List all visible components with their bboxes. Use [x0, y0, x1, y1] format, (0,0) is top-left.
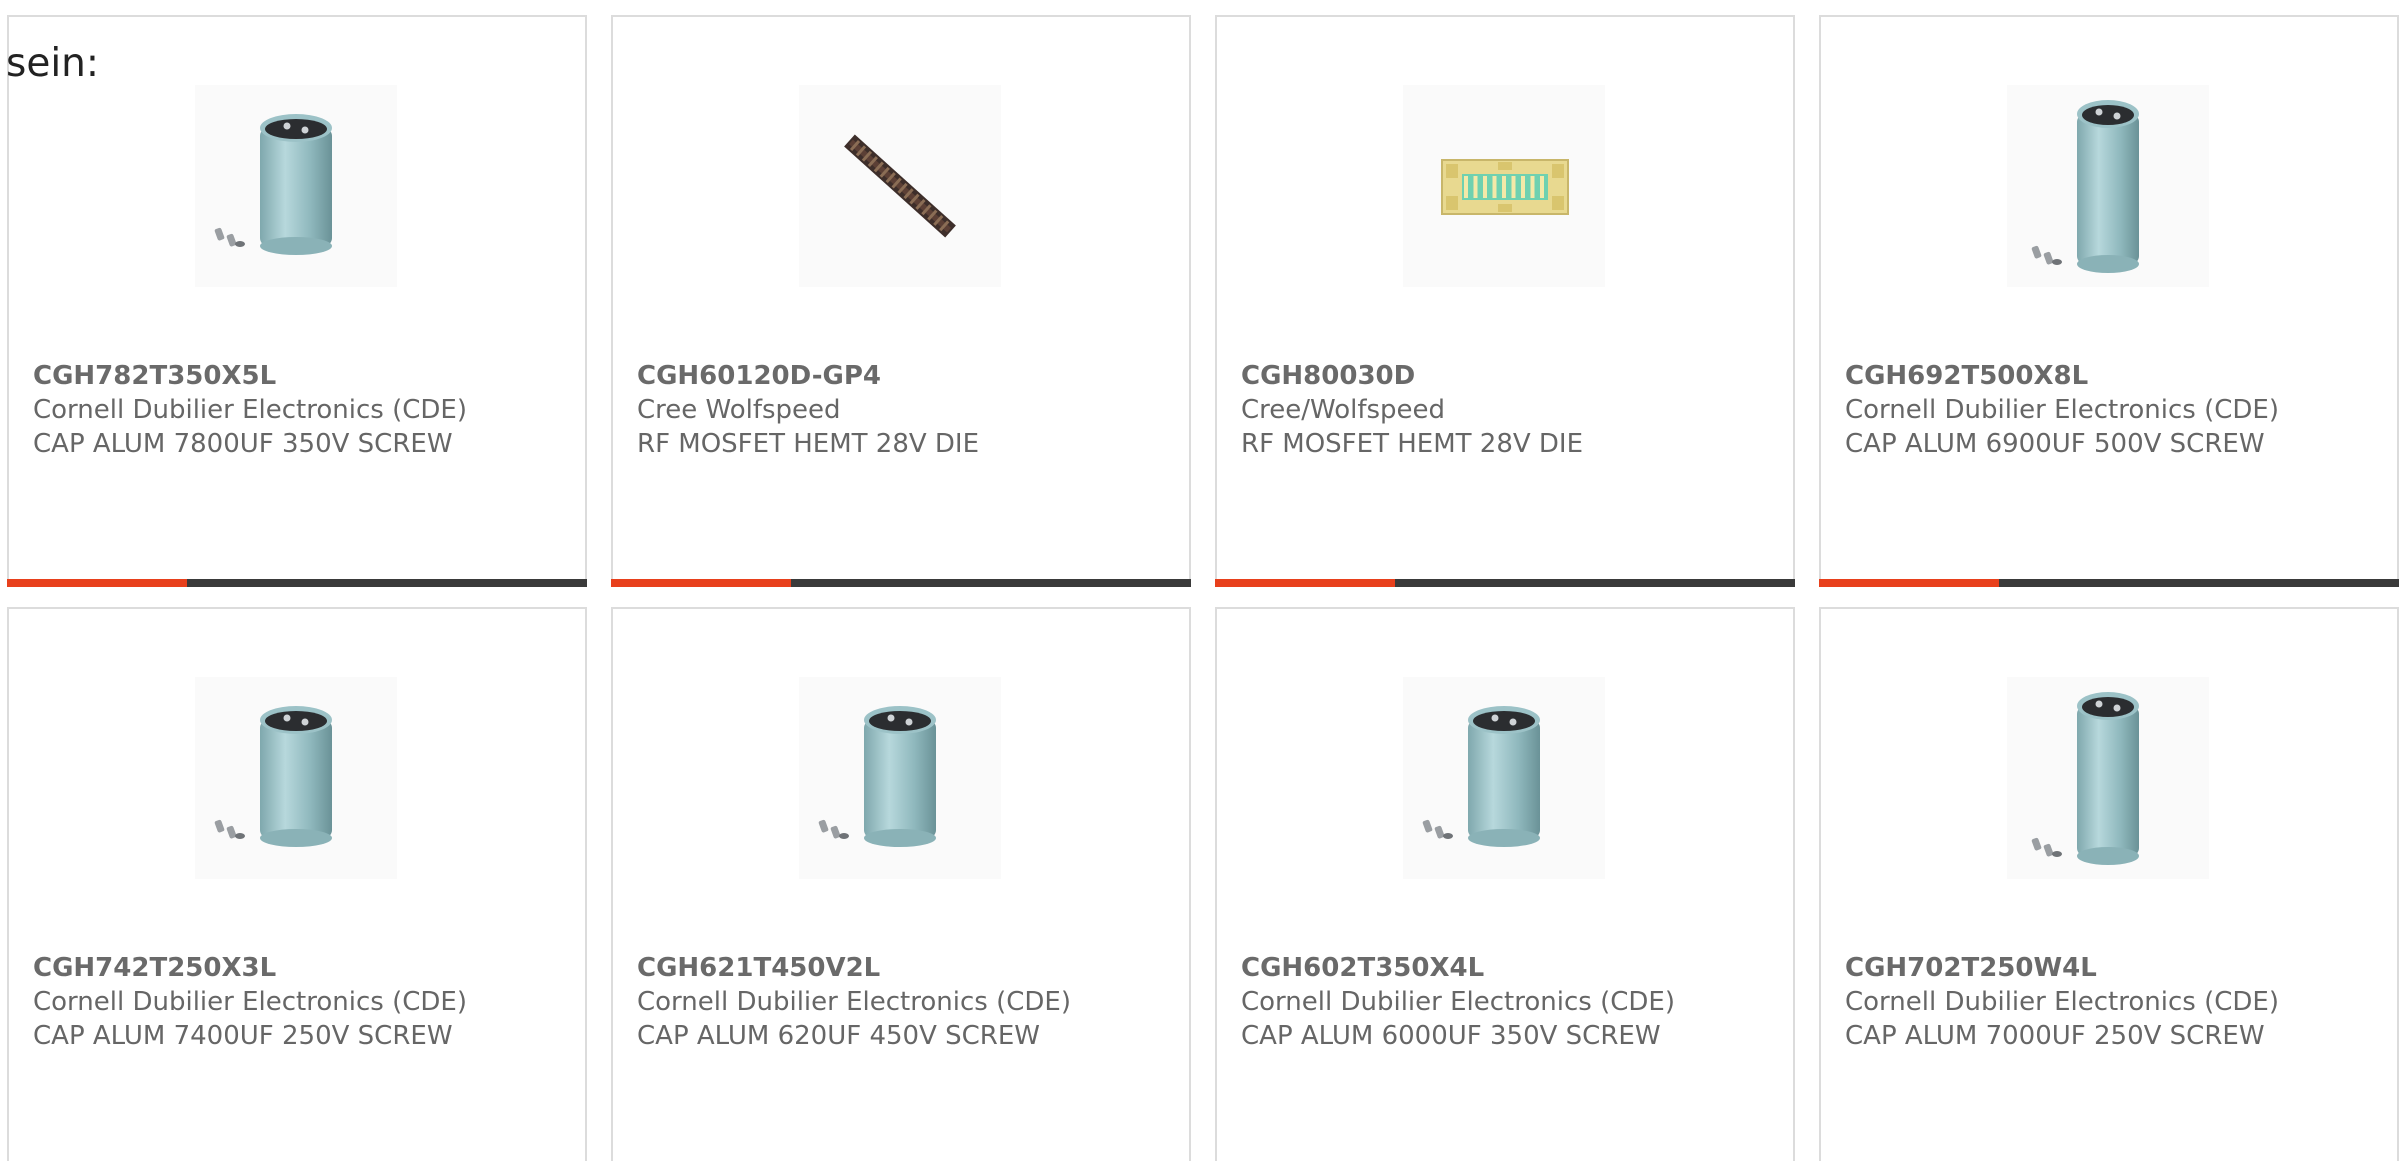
product-image[interactable]	[1403, 677, 1605, 879]
manufacturer: Cornell Dubilier Electronics (CDE)	[1845, 395, 2279, 425]
manufacturer: Cornell Dubilier Electronics (CDE)	[1845, 987, 2279, 1017]
product-card[interactable]: CGH692T500X8L Cornell Dubilier Electroni…	[1819, 15, 2399, 587]
card-progress-accent	[1819, 579, 1999, 587]
card-progress-accent	[1215, 579, 1395, 587]
card-progress-accent	[7, 579, 187, 587]
product-image[interactable]	[195, 85, 397, 287]
description: RF MOSFET HEMT 28V DIE	[637, 429, 980, 459]
product-card[interactable]: CGH621T450V2L Cornell Dubilier Electroni…	[611, 607, 1191, 1161]
description: CAP ALUM 7400UF 250V SCREW	[33, 1021, 453, 1051]
product-card[interactable]: CGH60120D-GP4 Cree Wolfspeed RF MOSFET H…	[611, 15, 1191, 587]
card-progress-bar	[1819, 579, 2399, 587]
tall-capacitor-icon	[2031, 692, 2139, 865]
die-chip-icon	[1441, 159, 1569, 215]
manufacturer: Cree/Wolfspeed	[1241, 395, 1446, 425]
intro-text: sein:	[6, 41, 100, 86]
card-progress-bar	[7, 579, 587, 587]
product-image[interactable]	[2007, 677, 2209, 879]
part-number[interactable]: CGH692T500X8L	[1845, 359, 2381, 393]
description: CAP ALUM 6900UF 500V SCREW	[1845, 429, 2265, 459]
product-card[interactable]: CGH742T250X3L Cornell Dubilier Electroni…	[7, 607, 587, 1161]
manufacturer: Cornell Dubilier Electronics (CDE)	[33, 987, 467, 1017]
description: CAP ALUM 7800UF 350V SCREW	[33, 429, 453, 459]
description: CAP ALUM 620UF 450V SCREW	[637, 1021, 1040, 1051]
part-number[interactable]: CGH702T250W4L	[1845, 951, 2381, 985]
product-info: CGH782T350X5L Cornell Dubilier Electroni…	[33, 359, 569, 461]
capacitor-icon	[1422, 706, 1540, 847]
manufacturer: Cornell Dubilier Electronics (CDE)	[33, 395, 467, 425]
product-info: CGH80030D Cree/Wolfspeed RF MOSFET HEMT …	[1241, 359, 1777, 461]
product-image[interactable]	[799, 677, 1001, 879]
product-info: CGH621T450V2L Cornell Dubilier Electroni…	[637, 951, 1173, 1053]
die-strip-icon	[844, 134, 956, 238]
manufacturer: Cornell Dubilier Electronics (CDE)	[1241, 987, 1675, 1017]
description: CAP ALUM 7000UF 250V SCREW	[1845, 1021, 2265, 1051]
product-card[interactable]: CGH80030D Cree/Wolfspeed RF MOSFET HEMT …	[1215, 15, 1795, 587]
capacitor-icon	[214, 706, 332, 847]
part-number[interactable]: CGH80030D	[1241, 359, 1777, 393]
product-image[interactable]	[2007, 85, 2209, 287]
part-number[interactable]: CGH60120D-GP4	[637, 359, 1173, 393]
description: CAP ALUM 6000UF 350V SCREW	[1241, 1021, 1661, 1051]
manufacturer: Cree Wolfspeed	[637, 395, 841, 425]
card-progress-accent	[611, 579, 791, 587]
card-progress-bar	[1215, 579, 1795, 587]
product-image[interactable]	[195, 677, 397, 879]
manufacturer: Cornell Dubilier Electronics (CDE)	[637, 987, 1071, 1017]
card-progress-bar	[611, 579, 1191, 587]
product-grid: CGH782T350X5L Cornell Dubilier Electroni…	[7, 15, 2400, 1161]
product-info: CGH602T350X4L Cornell Dubilier Electroni…	[1241, 951, 1777, 1053]
product-card[interactable]: CGH702T250W4L Cornell Dubilier Electroni…	[1819, 607, 2399, 1161]
product-info: CGH60120D-GP4 Cree Wolfspeed RF MOSFET H…	[637, 359, 1173, 461]
product-info: CGH742T250X3L Cornell Dubilier Electroni…	[33, 951, 569, 1053]
part-number[interactable]: CGH742T250X3L	[33, 951, 569, 985]
product-card[interactable]: CGH602T350X4L Cornell Dubilier Electroni…	[1215, 607, 1795, 1161]
product-listing-page: sein: CGH782T350X5L Cornell Dubilier Ele…	[0, 0, 2400, 1161]
capacitor-icon	[818, 706, 936, 847]
product-image[interactable]	[799, 85, 1001, 287]
product-image[interactable]	[1403, 85, 1605, 287]
description: RF MOSFET HEMT 28V DIE	[1241, 429, 1584, 459]
part-number[interactable]: CGH602T350X4L	[1241, 951, 1777, 985]
part-number[interactable]: CGH782T350X5L	[33, 359, 569, 393]
capacitor-icon	[214, 114, 332, 255]
tall-capacitor-icon	[2031, 100, 2139, 273]
product-info: CGH702T250W4L Cornell Dubilier Electroni…	[1845, 951, 2381, 1053]
product-info: CGH692T500X8L Cornell Dubilier Electroni…	[1845, 359, 2381, 461]
product-card[interactable]: CGH782T350X5L Cornell Dubilier Electroni…	[7, 15, 587, 587]
part-number[interactable]: CGH621T450V2L	[637, 951, 1173, 985]
